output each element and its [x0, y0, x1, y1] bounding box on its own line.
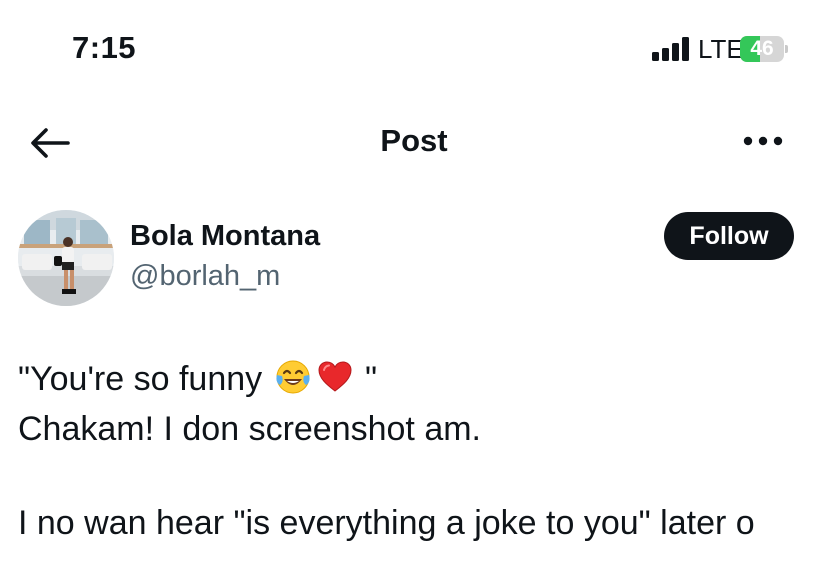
post-text: "You're so funny " Chakam! I don screens…	[18, 354, 818, 548]
post-text-line-1-end: "	[355, 360, 378, 398]
author-handle[interactable]: @borlah_m	[130, 260, 280, 293]
avatar[interactable]	[18, 210, 114, 306]
post-text-line-1: "You're so funny "	[18, 354, 818, 404]
battery-icon: 46	[740, 36, 788, 62]
follow-button[interactable]: Follow	[664, 212, 794, 260]
avatar-photo	[18, 210, 114, 306]
post-header: Post	[0, 105, 828, 175]
cellular-signal-icon	[652, 37, 689, 61]
network-type: LTE	[698, 34, 744, 64]
post-text-blank	[18, 454, 818, 498]
more-horizontal-icon[interactable]	[742, 131, 786, 151]
face-with-tears-of-joy-emoji	[276, 360, 310, 394]
status-bar: 7:15 LTE 46	[0, 0, 828, 100]
author-name[interactable]: Bola Montana	[130, 220, 320, 253]
battery-level: 46	[750, 37, 774, 60]
red-heart-emoji	[318, 361, 352, 392]
post-text-line-3: I no wan hear "is everything a joke to y…	[18, 504, 755, 542]
author-row: Bola Montana @borlah_m Follow	[0, 208, 828, 308]
post-text-line-2: Chakam! I don screenshot am.	[18, 410, 482, 448]
page-title: Post	[380, 123, 448, 158]
status-time: 7:15	[72, 30, 137, 65]
post-text-line-1-start: "You're so funny	[18, 360, 272, 398]
